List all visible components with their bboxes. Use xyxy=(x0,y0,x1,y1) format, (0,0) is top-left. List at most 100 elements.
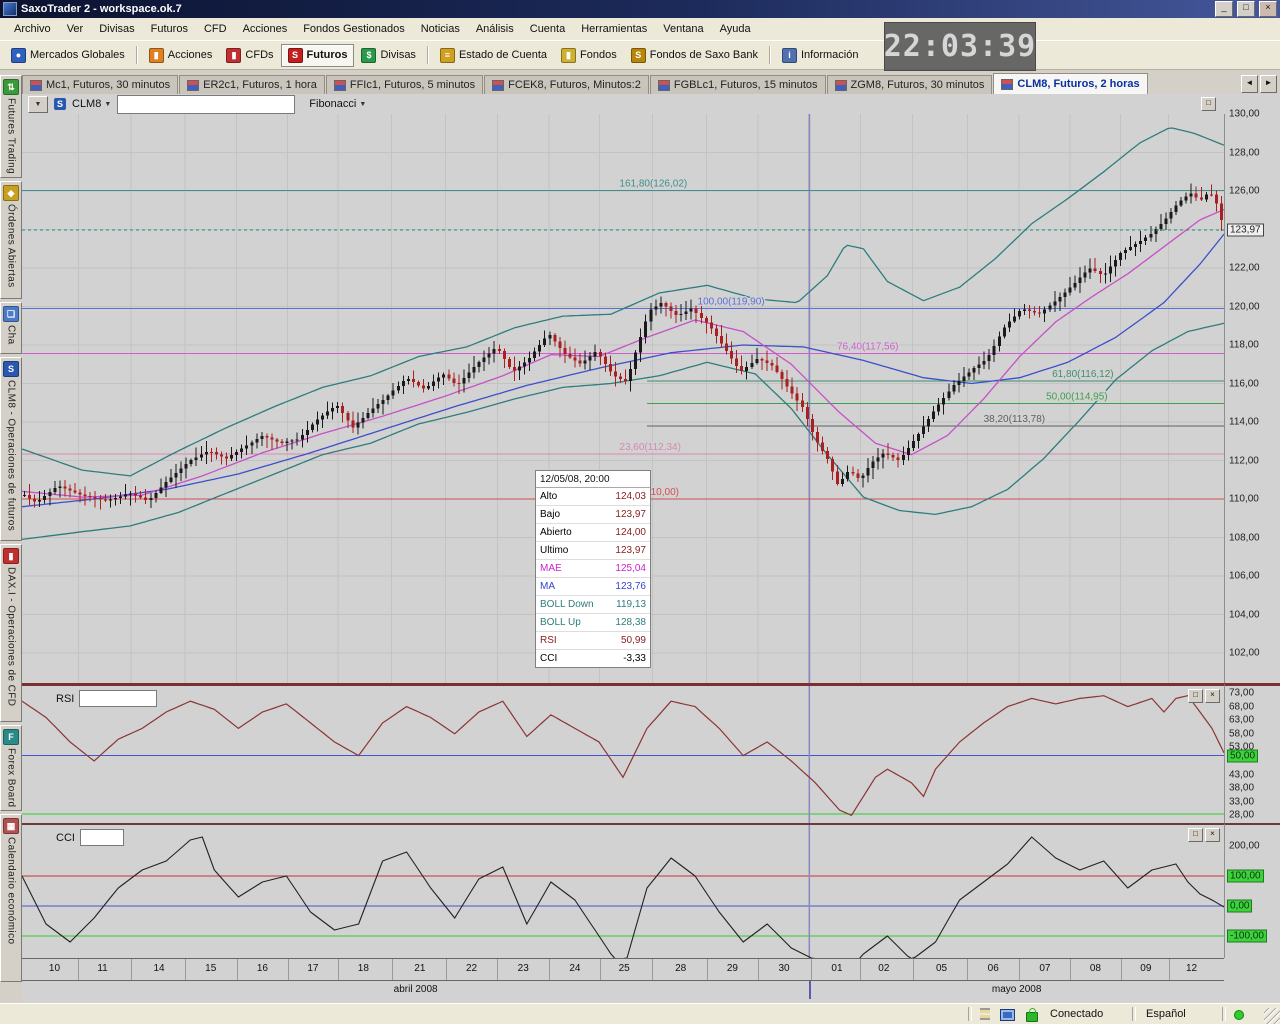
toolbar-button-label: Acciones xyxy=(168,49,213,61)
lock-icon xyxy=(1026,1012,1038,1022)
time-axis-separator xyxy=(707,959,708,981)
menu-item-analisis[interactable]: Análisis xyxy=(468,19,522,39)
chart-window: ▼ S CLM8 ▼ Fibonacci ▼ □ 161,80(126,02)1… xyxy=(22,94,1280,1004)
toolbar-button-fondos-de-saxo-bank[interactable]: SFondos de Saxo Bank xyxy=(624,44,765,67)
chevron-down-icon: ▼ xyxy=(359,101,366,108)
sidebar-item-cha[interactable]: ❏Cha xyxy=(0,302,22,354)
time-axis-day-label: 23 xyxy=(518,963,529,974)
time-axis-separator xyxy=(392,959,393,981)
status-separator xyxy=(1132,1007,1136,1021)
instrument-chart-icon xyxy=(492,80,504,91)
rsi-axis-label: 68,00 xyxy=(1229,701,1254,712)
tab-er2c1-futuros-1-hora[interactable]: ER2c1, Futuros, 1 hora xyxy=(179,75,325,94)
tooltip-row-label: Abierto xyxy=(540,526,572,539)
tab-fgblc1-futuros-15-minutos[interactable]: FGBLc1, Futuros, 15 minutos xyxy=(650,75,826,94)
time-axis-separator xyxy=(185,959,186,981)
toolbar-button-label: Futuros xyxy=(307,49,348,61)
time-axis-separator xyxy=(860,959,861,981)
tab-clm8-futuros-2-horas[interactable]: CLM8, Futuros, 2 horas xyxy=(993,73,1147,94)
menu-item-acciones[interactable]: Acciones xyxy=(235,19,296,39)
toolbar-button-estado-de-cuenta[interactable]: ≡Estado de Cuenta xyxy=(433,44,554,67)
cci-axis-label: 200,00 xyxy=(1229,841,1260,852)
toolbar-button-cfds[interactable]: ▮ CFDs xyxy=(219,44,280,67)
chart-maximize-button[interactable]: □ xyxy=(1201,97,1216,111)
menu-item-herramientas[interactable]: Herramientas xyxy=(573,19,655,39)
menu-item-noticias[interactable]: Noticias xyxy=(413,19,468,39)
menu-item-cuenta[interactable]: Cuenta xyxy=(522,19,573,39)
svg-text:100,00(119,90): 100,00(119,90) xyxy=(698,296,765,307)
tab-label: FCEK8, Futuros, Minutos:2 xyxy=(508,79,641,91)
rsi-canvas[interactable]: RSI □ × xyxy=(22,683,1224,823)
tab-fcek8-futuros-minutos-2[interactable]: FCEK8, Futuros, Minutos:2 xyxy=(484,75,649,94)
tab-label: CLM8, Futuros, 2 horas xyxy=(1017,78,1139,90)
tooltip-row-value: 124,00 xyxy=(615,526,646,539)
tab-mc1-futuros-30-minutos[interactable]: Mc1, Futuros, 30 minutos xyxy=(22,75,178,94)
maximize-button[interactable]: □ xyxy=(1237,1,1255,17)
cci-maximize-button[interactable]: □ xyxy=(1188,828,1203,842)
chart-menu-button[interactable]: ▼ xyxy=(28,96,48,113)
study-selector[interactable]: Fibonacci ▼ xyxy=(309,98,366,110)
time-axis-day-label: 09 xyxy=(1140,963,1151,974)
connection-status: Conectado xyxy=(1050,1008,1103,1020)
menu-item-divisas[interactable]: Divisas xyxy=(91,19,142,39)
toolbar-separator xyxy=(769,46,771,64)
symbol-selector[interactable]: CLM8 ▼ xyxy=(72,98,111,110)
main-toolbar: ●Mercados Globales ▮ Acciones ▮ CFDs SFuturos… xyxy=(0,40,1280,70)
chat-icon: ❏ xyxy=(3,306,19,322)
tooltip-row-label: BOLL Down xyxy=(540,598,594,611)
toolbar-button-informacion[interactable]: iInformación xyxy=(775,44,865,67)
tab-label: FGBLc1, Futuros, 15 minutos xyxy=(674,79,818,91)
rsi-close-button[interactable]: × xyxy=(1205,689,1220,703)
time-axis-day-label: 01 xyxy=(831,963,842,974)
time-axis-month-label: mayo 2008 xyxy=(992,984,1041,995)
minimize-button[interactable]: _ xyxy=(1215,1,1233,17)
tooltip-row-ma: MA123,76 xyxy=(536,578,650,596)
time-axis-separator xyxy=(338,959,339,981)
cfd-trade-icon: ▮ xyxy=(3,548,19,564)
menu-item-cfd[interactable]: CFD xyxy=(196,19,235,39)
cci-close-button[interactable]: × xyxy=(1205,828,1220,842)
toolbar-button-fondos[interactable]: ▮Fondos xyxy=(554,44,624,67)
close-button[interactable]: × xyxy=(1259,1,1277,17)
menu-item-archivo[interactable]: Archivo xyxy=(6,19,59,39)
tooltip-row-label: Ultimo xyxy=(540,544,568,557)
toolbar-button-label: Fondos xyxy=(580,49,617,61)
menu-item-futuros[interactable]: Futuros xyxy=(143,19,196,39)
menu-item-ventana[interactable]: Ventana xyxy=(655,19,711,39)
sidebar-item-clm8-operaciones-de-futuros[interactable]: SCLM8 - Operaciones de futuros xyxy=(0,357,22,541)
tab-label: FFIc1, Futuros, 5 minutos xyxy=(350,79,475,91)
rsi-maximize-button[interactable]: □ xyxy=(1188,689,1203,703)
menu-item-ver[interactable]: Ver xyxy=(59,19,92,39)
tooltip-row-value: 123,97 xyxy=(615,544,646,557)
cci-period-input[interactable] xyxy=(80,829,124,846)
time-axis-separator xyxy=(237,959,238,981)
sidebar-item-futures-trading[interactable]: ⇅Futures Trading xyxy=(0,75,22,178)
price-axis-label: 106,00 xyxy=(1229,571,1260,582)
rsi-period-input[interactable] xyxy=(79,690,157,707)
time-axis-day-label: 17 xyxy=(307,963,318,974)
tab-ffic1-futuros-5-minutos[interactable]: FFIc1, Futuros, 5 minutos xyxy=(326,75,483,94)
toolbar-button-mercados-globales[interactable]: ●Mercados Globales xyxy=(4,44,132,67)
sidebar-item-calendario-economico[interactable]: ▦Calendario económico xyxy=(0,814,22,982)
time-axis-day-label: 21 xyxy=(414,963,425,974)
toolbar-button-label: CFDs xyxy=(245,49,273,61)
resize-grip[interactable] xyxy=(1264,1008,1280,1024)
toolbar-button-futuros[interactable]: SFuturos xyxy=(281,44,355,67)
cci-canvas[interactable]: CCI □ × xyxy=(22,823,1224,958)
tooltip-row-value: 119,13 xyxy=(616,598,646,611)
sidebar-item-ordenes-abiertas[interactable]: ◆Órdenes Abiertas xyxy=(0,181,22,299)
stocks-icon: ▮ xyxy=(149,48,164,63)
tab-scroll-left-button[interactable]: ◄ xyxy=(1241,75,1258,93)
cfd-icon: ▮ xyxy=(226,48,241,63)
toolbar-button-divisas[interactable]: $Divisas xyxy=(354,44,422,67)
chart-tooltip: 12/05/08, 20:00 Alto124,03Bajo123,97Abie… xyxy=(535,470,651,668)
time-axis-separator xyxy=(131,959,132,981)
sidebar-item-dax-i-operaciones-de-cfd[interactable]: ▮DAX.I - Operaciones de CFD xyxy=(0,544,22,722)
tab-scroll-right-button[interactable]: ► xyxy=(1260,75,1277,93)
tab-zgm8-futuros-30-minutos[interactable]: ZGM8, Futuros, 30 minutos xyxy=(827,75,993,94)
menu-item-ayuda[interactable]: Ayuda xyxy=(712,19,759,39)
toolbar-button-acciones[interactable]: ▮ Acciones xyxy=(142,44,220,67)
sidebar-item-forex-board[interactable]: FForex Board xyxy=(0,725,22,811)
chart-search-input[interactable] xyxy=(117,95,295,114)
menu-item-fondos-gestionados[interactable]: Fondos Gestionados xyxy=(295,19,413,39)
